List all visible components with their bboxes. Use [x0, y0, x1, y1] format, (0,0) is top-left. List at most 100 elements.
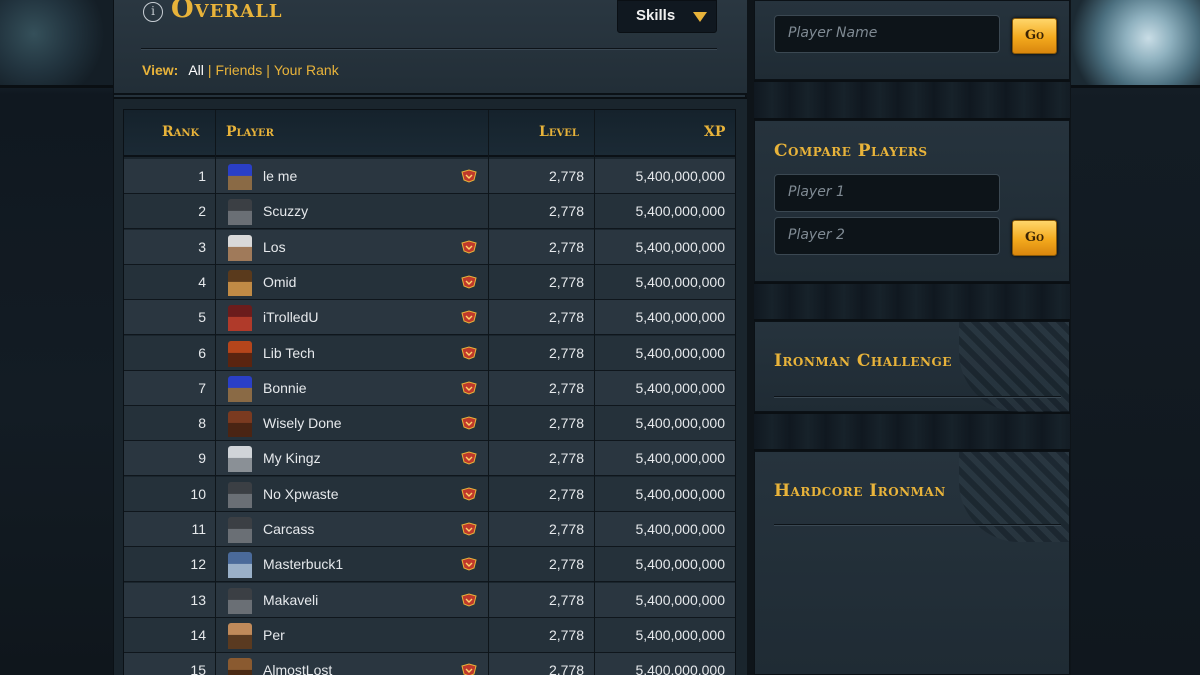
level-cell: 2,778	[548, 450, 584, 467]
ranking-table-frame: Rank Player Level XP 1 le me 2,778 5,400,00…	[114, 97, 747, 675]
caret-down-icon	[693, 12, 707, 22]
xp-cell: 5,400,000,000	[635, 450, 725, 467]
xp-cell: 5,400,000,000	[635, 626, 725, 643]
player-2-input[interactable]: Player 2	[774, 217, 1000, 255]
xp-cell: 5,400,000,000	[635, 521, 725, 537]
rank-cell: 2	[198, 203, 206, 220]
view-filter: View: All | Friends | Your Rank	[142, 62, 339, 78]
column-divider	[488, 110, 489, 675]
xp-cell: 5,400,000,000	[635, 203, 725, 220]
skills-dropdown[interactable]: Skills	[617, 0, 717, 33]
info-icon[interactable]: i	[143, 2, 163, 22]
player-name-link[interactable]: Wisely Done	[263, 415, 342, 431]
player-name-input[interactable]: Player Name	[774, 15, 1000, 53]
view-all-link[interactable]: All	[188, 62, 204, 78]
rank-cell: 4	[198, 273, 206, 290]
rank-cell: 12	[190, 556, 206, 573]
hiscores-panel: i Overall Skills View: All | Friends | Your R…	[113, 0, 747, 675]
membership-badge-icon	[461, 593, 477, 607]
player-name-link[interactable]: Masterbuck1	[263, 556, 343, 572]
rank-cell: 3	[198, 238, 206, 255]
column-header-level: Level	[539, 124, 579, 140]
background-right	[1071, 0, 1200, 675]
membership-badge-icon	[461, 663, 477, 675]
ranking-table: Rank Player Level XP 1 le me 2,778 5,400,00…	[123, 109, 736, 675]
player-avatar-icon	[228, 269, 252, 296]
player-name-link[interactable]: No Xpwaste	[263, 486, 338, 502]
hiscores-header: i Overall Skills View: All | Friends | Your R…	[114, 0, 747, 95]
rank-cell: 9	[198, 450, 206, 467]
player-name-link[interactable]: AlmostLost	[263, 662, 332, 675]
skills-dropdown-label: Skills	[636, 7, 676, 24]
decorative-divider	[754, 80, 1070, 120]
rank-cell: 10	[190, 485, 206, 502]
membership-badge-icon	[461, 169, 477, 183]
xp-cell: 5,400,000,000	[635, 662, 725, 675]
level-cell: 2,778	[548, 591, 584, 608]
rank-cell: 7	[198, 379, 206, 396]
rank-cell: 5	[198, 309, 206, 326]
level-cell: 2,778	[548, 556, 584, 573]
player-name-link[interactable]: iTrolledU	[263, 309, 319, 325]
player-avatar-icon	[228, 587, 252, 614]
player-name-link[interactable]: Carcass	[263, 521, 314, 537]
membership-badge-icon	[461, 416, 477, 430]
level-cell: 2,778	[548, 379, 584, 396]
membership-badge-icon	[461, 522, 477, 536]
xp-cell: 5,400,000,000	[635, 591, 725, 608]
separator: |	[266, 62, 270, 78]
player-name-link[interactable]: Los	[263, 239, 286, 255]
player-avatar-icon	[228, 305, 252, 332]
player-avatar-icon	[228, 234, 252, 261]
player-name-link[interactable]: My Kingz	[263, 450, 321, 466]
player-search-panel: Player Name Go	[754, 0, 1070, 80]
level-cell: 2,778	[548, 415, 584, 432]
celtic-knot-decoration	[959, 452, 1069, 542]
celtic-knot-decoration	[959, 322, 1069, 412]
level-cell: 2,778	[548, 626, 584, 643]
view-friends-link[interactable]: Friends	[216, 62, 263, 78]
column-header-xp: XP	[704, 124, 726, 140]
membership-badge-icon	[461, 310, 477, 324]
search-go-button[interactable]: Go	[1012, 18, 1057, 54]
level-cell: 2,778	[548, 168, 584, 184]
level-cell: 2,778	[548, 203, 584, 220]
xp-cell: 5,400,000,000	[635, 379, 725, 396]
ironman-challenge-panel[interactable]: Ironman Challenge	[754, 321, 1070, 412]
page-title: Overall	[171, 0, 283, 24]
player-name-link[interactable]: Bonnie	[263, 380, 307, 396]
player-avatar-icon	[228, 164, 252, 190]
view-your-rank-link[interactable]: Your Rank	[274, 62, 339, 78]
player-name-link[interactable]: Omid	[263, 274, 296, 290]
player-name-link[interactable]: le me	[263, 168, 297, 184]
player-avatar-icon	[228, 517, 252, 543]
compare-go-button[interactable]: Go	[1012, 220, 1057, 256]
player-avatar-icon	[228, 622, 252, 649]
membership-badge-icon	[461, 381, 477, 395]
player-name-link[interactable]: Lib Tech	[263, 345, 315, 361]
rank-cell: 1	[198, 168, 206, 184]
player-name-link[interactable]: Scuzzy	[263, 203, 308, 219]
column-divider	[215, 110, 216, 675]
xp-cell: 5,400,000,000	[635, 309, 725, 326]
hardcore-ironman-title[interactable]: Hardcore Ironman	[774, 481, 946, 501]
player-avatar-icon	[228, 411, 252, 438]
player-name-link[interactable]: Per	[263, 627, 285, 643]
xp-cell: 5,400,000,000	[635, 168, 725, 184]
player-name-link[interactable]: Makaveli	[263, 592, 318, 608]
view-label: View:	[142, 62, 179, 78]
level-cell: 2,778	[548, 521, 584, 537]
membership-badge-icon	[461, 487, 477, 501]
player-1-input[interactable]: Player 1	[774, 174, 1000, 212]
ironman-challenge-title[interactable]: Ironman Challenge	[774, 351, 952, 371]
level-cell: 2,778	[548, 238, 584, 255]
rank-cell: 6	[198, 344, 206, 361]
rank-cell: 8	[198, 415, 206, 432]
rank-cell: 14	[190, 626, 206, 643]
separator: |	[207, 62, 212, 78]
divider	[774, 396, 1061, 397]
player-avatar-icon	[228, 552, 252, 579]
xp-cell: 5,400,000,000	[635, 344, 725, 361]
column-header-rank: Rank	[162, 124, 200, 140]
hardcore-ironman-panel[interactable]: Hardcore Ironman	[754, 451, 1070, 675]
